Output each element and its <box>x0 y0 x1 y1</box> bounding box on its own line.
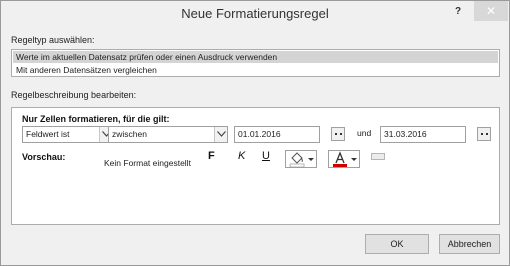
cancel-button[interactable]: Abbrechen <box>439 234 500 254</box>
title-bar: Neue Formatierungsregel ? ✕ <box>1 1 509 27</box>
bold-button[interactable]: F <box>208 150 215 162</box>
font-color-button[interactable] <box>328 150 360 168</box>
italic-button[interactable]: K <box>238 150 245 162</box>
close-icon: ✕ <box>485 4 497 18</box>
operator-select[interactable]: zwischen <box>108 126 228 143</box>
font-color-icon <box>333 151 357 167</box>
value1-field[interactable]: 01.01.2016 <box>234 126 320 143</box>
paint-bucket-icon <box>289 152 314 168</box>
rule-type-list[interactable]: Werte im aktuellen Datensatz prüfen oder… <box>11 49 500 77</box>
ellipsis-icon <box>481 133 488 135</box>
field-select[interactable]: Feldwert ist <box>22 126 113 143</box>
underline-button[interactable]: U <box>262 150 270 162</box>
close-button[interactable]: ✕ <box>474 1 508 21</box>
condition-heading: Nur Zellen formatieren, für die gilt: <box>22 114 170 124</box>
operator-select-value: zwischen <box>112 129 147 139</box>
ellipsis-icon <box>335 133 342 135</box>
and-label: und <box>357 128 372 138</box>
value2-builder-button[interactable] <box>477 127 491 141</box>
rule-type-item-check-values[interactable]: Werte im aktuellen Datensatz prüfen oder… <box>13 51 498 63</box>
conditional-format-toggle-icon[interactable] <box>371 153 385 160</box>
ok-button[interactable]: OK <box>365 234 429 254</box>
value2-text: 31.03.2016 <box>384 129 427 139</box>
help-button[interactable]: ? <box>451 3 465 21</box>
fill-color-button[interactable] <box>285 150 317 168</box>
preview-label: Vorschau: <box>22 152 66 162</box>
dialog-title: Neue Formatierungsregel <box>181 6 329 21</box>
rule-description-panel: Nur Zellen formatieren, für die gilt: Fe… <box>11 107 500 225</box>
value1-builder-button[interactable] <box>331 127 345 141</box>
value1-text: 01.01.2016 <box>238 129 281 139</box>
rule-description-label: Regelbeschreibung bearbeiten: <box>11 90 137 100</box>
value2-field[interactable]: 31.03.2016 <box>380 126 466 143</box>
new-formatting-rule-dialog: Neue Formatierungsregel ? ✕ Regeltyp aus… <box>0 0 510 266</box>
field-select-value: Feldwert ist <box>26 129 70 139</box>
preview-sample: Kein Format eingestellt <box>104 158 191 168</box>
rule-type-label: Regeltyp auswählen: <box>11 35 95 45</box>
chevron-down-icon <box>214 127 227 142</box>
rule-type-item-compare-records[interactable]: Mit anderen Datensätzen vergleichen <box>13 64 498 76</box>
